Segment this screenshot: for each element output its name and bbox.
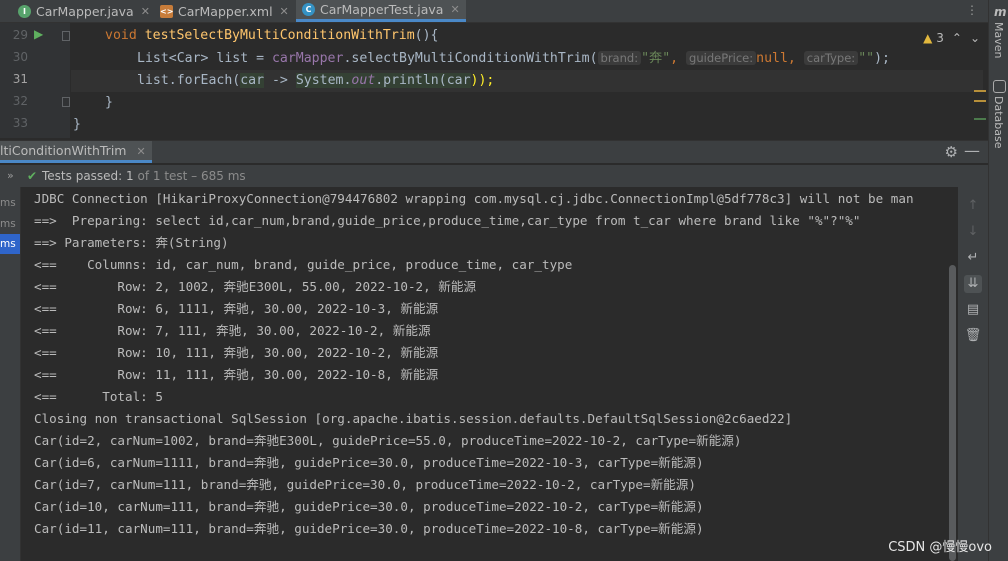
fold-icon[interactable] xyxy=(62,97,70,107)
minimize-icon[interactable]: — xyxy=(964,141,980,160)
code-line-30: List<Car> list = carMapper.selectByMulti… xyxy=(137,51,890,66)
console-output[interactable]: JDBC Connection [HikariProxyConnection@7… xyxy=(21,187,958,561)
class-icon: C xyxy=(302,3,315,16)
console-line: Car(id=6, carNum=1111, brand=奔驰, guidePr… xyxy=(34,455,704,470)
console-line: Closing non transactional SqlSession [or… xyxy=(34,411,793,426)
tab-label: CarMapper.java xyxy=(36,3,134,19)
console-line: Car(id=7, carNum=111, brand=奔驰, guidePri… xyxy=(34,477,696,492)
print-icon[interactable]: ▤ xyxy=(964,301,982,319)
console-toolbar: ↑ ↓ ↵ ⇊ ▤ 🗑 xyxy=(958,187,988,561)
close-icon[interactable]: ✕ xyxy=(450,3,459,16)
soft-wrap-icon[interactable]: ↵ xyxy=(964,249,982,267)
test-duration[interactable]: ms xyxy=(0,214,20,234)
line-number: 33 xyxy=(12,116,28,130)
test-status-text: Tests passed: 1 of 1 test – 685 ms xyxy=(42,169,246,183)
right-tool-strip: m Maven Database xyxy=(988,0,1008,561)
gear-icon[interactable]: ⚙ xyxy=(945,143,958,161)
code-line-31: list.forEach(car -> System.out.println(c… xyxy=(71,70,983,92)
code-line-33: } xyxy=(73,117,81,132)
up-arrow-icon[interactable]: ↑ xyxy=(964,197,982,215)
scroll-to-end-icon[interactable]: ⇊ xyxy=(964,275,982,293)
tab-label: CarMapperTest.java xyxy=(320,2,444,17)
warning-indicator[interactable]: ▲ 3 xyxy=(923,31,944,45)
console-line: ==> Parameters: 奔(String) xyxy=(34,235,229,250)
code-editor[interactable]: 29 ▶ 30 31 32 33 void testSelectByMultiC… xyxy=(0,23,988,138)
next-highlight-icon[interactable]: ⌄ xyxy=(970,31,980,45)
console-line: JDBC Connection [HikariProxyConnection@7… xyxy=(34,191,914,206)
console-line: Car(id=2, carNum=1002, brand=奔驰E300L, gu… xyxy=(34,433,742,448)
console-line: ==> Preparing: select id,car_num,brand,g… xyxy=(34,213,861,228)
code-line-29: void testSelectByMultiConditionWithTrim(… xyxy=(105,28,439,43)
run-config-label: ltiConditionWithTrim xyxy=(0,143,127,158)
scroll-marker[interactable] xyxy=(974,90,986,92)
editor-gutter: 29 ▶ 30 31 32 33 xyxy=(0,23,70,138)
trash-icon[interactable]: 🗑 xyxy=(964,327,982,345)
tab-carmapper-xml[interactable]: <> CarMapper.xml ✕ xyxy=(160,0,289,22)
console-line: <== Row: 10, 111, 奔驰, 30.00, 2022-10-2, … xyxy=(34,345,439,360)
line-number: 31 xyxy=(12,72,28,86)
editor-tab-bar: I CarMapper.java ✕ <> CarMapper.xml ✕ C … xyxy=(0,0,988,23)
tab-label: CarMapper.xml xyxy=(178,3,273,19)
code-line-32: } xyxy=(105,95,113,110)
scroll-marker[interactable] xyxy=(974,100,986,102)
console-line: <== Columns: id, car_num, brand, guide_p… xyxy=(34,257,573,272)
xml-file-icon: <> xyxy=(160,4,174,18)
console-line: <== Row: 7, 111, 奔驰, 30.00, 2022-10-2, 新… xyxy=(34,323,431,338)
prev-highlight-icon[interactable]: ⌃ xyxy=(952,31,962,45)
scroll-marker[interactable] xyxy=(974,118,986,120)
close-icon[interactable]: ✕ xyxy=(141,5,150,18)
line-number: 29 xyxy=(12,28,28,42)
tab-carmappertest-java[interactable]: C CarMapperTest.java ✕ xyxy=(296,0,466,22)
line-number: 32 xyxy=(12,94,28,108)
interface-icon: I xyxy=(18,4,31,18)
close-icon[interactable]: ✕ xyxy=(280,5,289,18)
test-duration[interactable]: ms xyxy=(0,234,20,254)
console-line: Car(id=10, carNum=111, brand=奔驰, guidePr… xyxy=(34,499,704,514)
test-status-bar: » ✔ Tests passed: 1 of 1 test – 685 ms xyxy=(0,165,988,187)
check-icon: ✔ xyxy=(27,169,38,183)
console-scrollbar[interactable] xyxy=(949,265,956,561)
console-line: <== Total: 5 xyxy=(34,389,163,404)
run-test-icon[interactable]: ▶ xyxy=(34,27,43,41)
console-line: <== Row: 11, 111, 奔驰, 30.00, 2022-10-8, … xyxy=(34,367,439,382)
maven-icon[interactable]: m xyxy=(994,5,1007,19)
console-line: <== Row: 2, 1002, 奔驰E300L, 55.00, 2022-1… xyxy=(34,279,477,294)
line-number: 30 xyxy=(12,50,28,64)
warning-icon: ▲ xyxy=(923,31,933,45)
test-duration[interactable]: ms xyxy=(0,193,20,213)
tab-carmapper-java[interactable]: I CarMapper.java ✕ xyxy=(18,0,150,22)
test-tree[interactable]: ms ms ms xyxy=(0,187,21,561)
inspection-widget[interactable]: ▲ 3 ⌃ ⌄ xyxy=(923,31,980,45)
fold-icon[interactable] xyxy=(62,31,70,41)
run-panel-header: ltiConditionWithTrim ✕ ⚙ — xyxy=(0,140,988,163)
run-config-tab[interactable]: ltiConditionWithTrim ✕ xyxy=(0,141,152,163)
close-icon[interactable]: ✕ xyxy=(136,145,145,158)
expand-chevron-icon[interactable]: » xyxy=(7,165,14,187)
console-line: Car(id=11, carNum=111, brand=奔驰, guidePr… xyxy=(34,521,704,536)
console-line: <== Row: 6, 1111, 奔驰, 30.00, 2022-10-3, … xyxy=(34,301,439,316)
down-arrow-icon[interactable]: ↓ xyxy=(964,223,982,241)
more-tabs-icon[interactable]: ⋮ xyxy=(966,3,978,17)
watermark: CSDN @慢慢ovo xyxy=(888,540,992,555)
